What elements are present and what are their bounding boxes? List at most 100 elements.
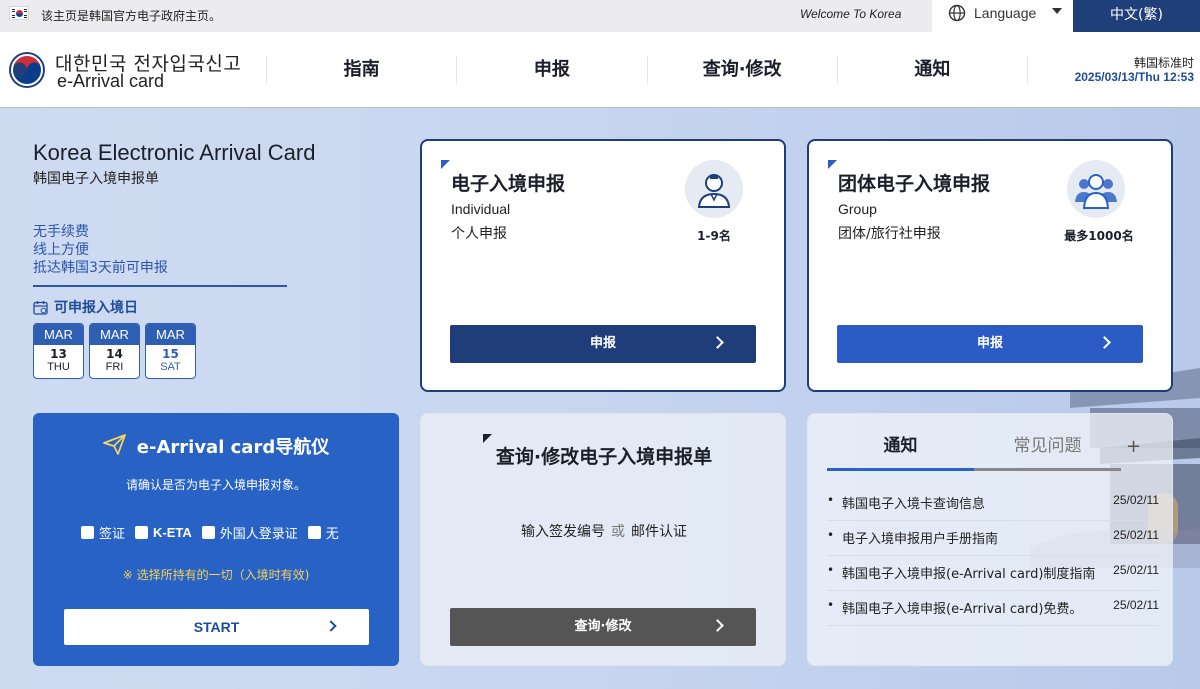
language-selector[interactable]: Language — [932, 0, 1073, 32]
welcome-text: Welcome To Korea — [800, 7, 902, 21]
inquiry-button[interactable]: 查询·修改 — [450, 608, 756, 646]
date-weekday: THU — [47, 361, 70, 373]
card-title: 电子入境申报 — [451, 173, 566, 195]
checkbox[interactable] — [307, 526, 321, 539]
official-site-notice: 该主页是韩国官方电子政府主页。 — [41, 9, 222, 23]
logo-english-text[interactable]: e-Arrival card — [57, 71, 164, 92]
group-card: 团体电子入境申报 Group 团体/旅行社申报 最多1000名 申报 — [807, 139, 1173, 392]
option-label: 签证 — [99, 527, 126, 542]
desc-issue-number: 输入签发编号 — [521, 524, 605, 540]
date-day: 14 — [106, 347, 123, 361]
page-title: Korea Electronic Arrival Card — [33, 140, 316, 165]
button-label: 申报 — [976, 336, 1003, 351]
kst-label: 韩国标准时 — [1133, 56, 1194, 70]
chevron-right-icon — [711, 619, 724, 632]
group-icon — [1067, 160, 1125, 218]
option-alien-registration[interactable]: 外国人登录证 — [201, 523, 298, 542]
notice-title[interactable]: 韩国电子入境申报(e-Arrival card)制度指南 — [842, 563, 1102, 582]
tab-faq[interactable]: 常见问题 — [974, 434, 1121, 471]
page-subtitle: 韩国电子入境申报单 — [33, 171, 159, 187]
paper-plane-icon — [102, 434, 126, 455]
card-chinese-label: 个人申报 — [451, 226, 507, 242]
checkbox[interactable] — [135, 526, 149, 539]
checkbox[interactable] — [81, 526, 94, 539]
date-weekday: FRI — [105, 361, 124, 373]
notice-title[interactable]: 韩国电子入境卡查询信息 — [842, 493, 1102, 512]
feature-item: 线上方便 — [33, 242, 89, 258]
selection-hint: ※ 选择所持有的一切（入境时有效) — [122, 568, 310, 582]
option-label: 无 — [325, 527, 339, 542]
notice-date: 25/02/11 — [1113, 598, 1159, 612]
list-item[interactable]: • 韩国电子入境申报(e-Arrival card)制度指南 25/02/11 — [827, 556, 1159, 591]
desc-email-auth: 邮件认证 — [631, 524, 687, 540]
korea-flag-icon — [9, 6, 29, 20]
checkbox[interactable] — [201, 526, 215, 539]
bullet-icon: • — [827, 493, 835, 507]
bullet-icon: • — [827, 528, 835, 542]
button-label: 申报 — [589, 336, 616, 351]
top-bar: 该主页是韩国官方电子政府主页。 Welcome To Korea Languag… — [0, 0, 1200, 32]
tab-notice[interactable]: 通知 — [827, 434, 974, 471]
date-badge: MAR 14 FRI — [89, 323, 140, 379]
card-english-label: Individual — [451, 201, 511, 217]
start-button[interactable]: START — [64, 609, 369, 645]
inquiry-title: 查询·修改电子入境申报单 — [495, 446, 713, 468]
option-label: 外国人登录证 — [219, 527, 298, 542]
nav-guide[interactable]: 指南 — [266, 56, 456, 84]
individual-card: 电子入境申报 Individual 个人申报 1-9名 申报 — [420, 139, 786, 392]
list-item[interactable]: • 电子入境申报用户手册指南 25/02/11 — [827, 521, 1159, 556]
inquiry-description: 输入签发编号或邮件认证 — [421, 521, 787, 541]
navigator-title: e-Arrival card导航仪 — [33, 433, 399, 459]
nav-inquiry[interactable]: 查询·修改 — [646, 56, 837, 84]
date-month: MAR — [34, 324, 83, 345]
navigator-title-text: e-Arrival card导航仪 — [136, 437, 330, 458]
group-apply-button[interactable]: 申报 — [837, 325, 1143, 363]
bullet-icon: • — [827, 598, 835, 612]
desc-or: 或 — [611, 524, 625, 540]
inquiry-card: 查询·修改电子入境申报单 输入签发编号或邮件认证 查询·修改 — [420, 413, 786, 666]
nav-notice[interactable]: 通知 — [836, 56, 1028, 84]
card-english-label: Group — [838, 201, 877, 217]
notice-date: 25/02/11 — [1113, 528, 1159, 542]
navigator-description: 请确认是否为电子入境申报对象。 — [125, 478, 306, 492]
document-options: 签证 K-ETA 外国人登录证 无 — [81, 523, 339, 542]
person-icon — [685, 160, 743, 218]
button-label: START — [193, 619, 240, 635]
notice-list: • 韩国电子入境卡查询信息 25/02/11 • 电子入境申报用户手册指南 25/02/… — [827, 486, 1159, 626]
notice-tabs: 通知 常见问题 — [827, 434, 1122, 471]
calendar-icon — [33, 300, 48, 315]
chevron-right-icon — [1098, 336, 1111, 349]
available-dates-text: 可申报入境日 — [54, 300, 138, 316]
date-month: MAR — [146, 324, 195, 345]
date-list: MAR 13 THU MAR 14 FRI MAR 15 SAT — [33, 323, 196, 379]
main-nav: 指南 申报 查询·修改 通知 — [266, 56, 1028, 84]
notice-title[interactable]: 韩国电子入境申报(e-Arrival card)免费。 — [842, 598, 1102, 617]
date-badge: MAR 13 THU — [33, 323, 84, 379]
option-none[interactable]: 无 — [307, 523, 339, 542]
nav-apply[interactable]: 申报 — [456, 56, 646, 84]
divider — [33, 285, 287, 287]
date-day: 15 — [162, 347, 179, 361]
option-k-eta[interactable]: K-ETA — [135, 523, 192, 542]
option-label: K-ETA — [153, 525, 192, 540]
member-count: 最多1000名 — [1064, 229, 1134, 243]
globe-icon — [948, 4, 966, 22]
button-label: 查询·修改 — [574, 619, 632, 634]
card-title: 团体电子入境申报 — [838, 173, 991, 195]
list-item[interactable]: • 韩国电子入境卡查询信息 25/02/11 — [827, 486, 1159, 521]
feature-item: 抵达韩国3天前可申报 — [33, 260, 168, 276]
notice-date: 25/02/11 — [1113, 563, 1159, 577]
list-item[interactable]: • 韩国电子入境申报(e-Arrival card)免费。 25/02/11 — [827, 591, 1159, 626]
chevron-right-icon — [711, 336, 724, 349]
date-day: 13 — [50, 347, 67, 361]
individual-apply-button[interactable]: 申报 — [450, 325, 756, 363]
option-visa[interactable]: 签证 — [81, 523, 125, 542]
notice-title[interactable]: 电子入境申报用户手册指南 — [842, 528, 1102, 547]
eligibility-navigator: e-Arrival card导航仪 请确认是否为电子入境申报对象。 签证 K-E… — [33, 413, 399, 666]
notice-date: 25/02/11 — [1113, 493, 1159, 507]
notice-panel: 通知 常见问题 + • 韩国电子入境卡查询信息 25/02/11 • 电子入境申报用户… — [807, 413, 1173, 666]
taegeuk-logo-icon[interactable] — [8, 51, 46, 89]
more-plus-icon[interactable]: + — [1126, 436, 1141, 457]
current-language-button[interactable]: 中文(繁) — [1073, 0, 1200, 32]
date-badge: MAR 15 SAT — [145, 323, 196, 379]
